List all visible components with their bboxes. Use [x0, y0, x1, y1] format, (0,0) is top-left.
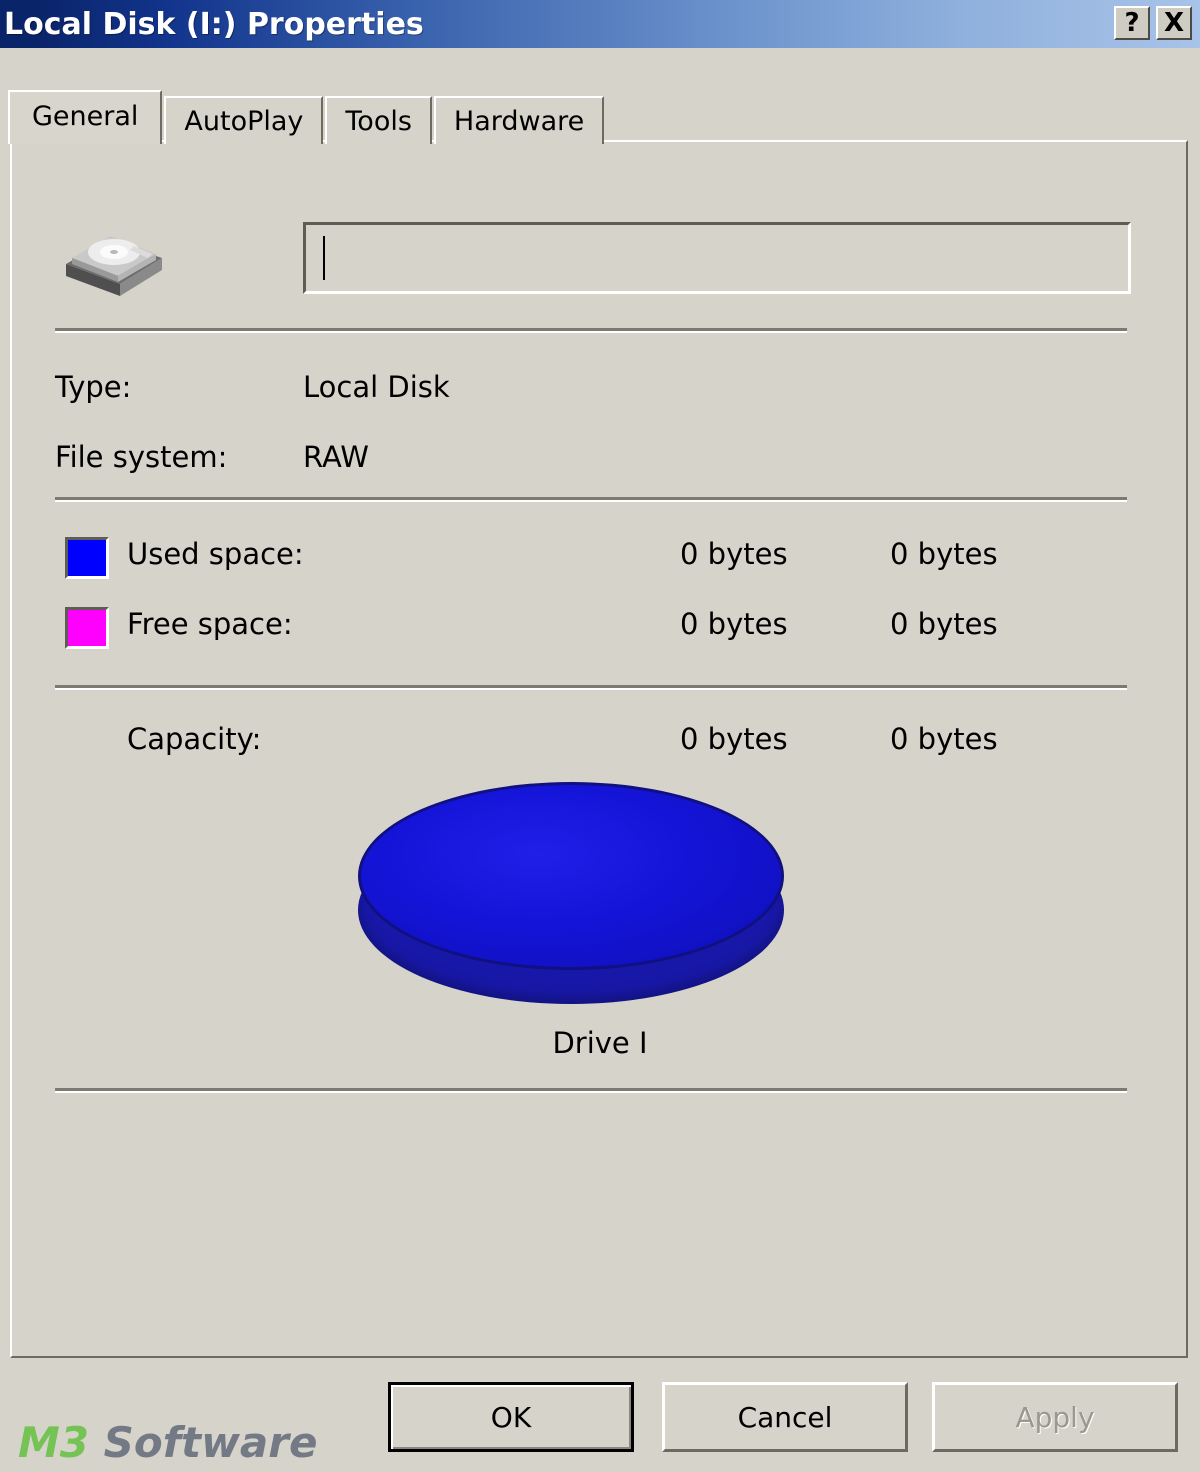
window-title: Local Disk (I:) Properties	[4, 6, 424, 42]
row-capacity: Capacity: 0 bytes 0 bytes	[55, 722, 1127, 772]
watermark-brand: M3	[18, 1418, 90, 1467]
close-button[interactable]: X	[1156, 6, 1192, 40]
watermark: M3 Software	[18, 1418, 317, 1467]
separator-space-bottom	[55, 685, 1127, 690]
tab-tools[interactable]: Tools	[325, 96, 432, 144]
tab-strip: General AutoPlay Tools Hardware	[8, 90, 606, 144]
volume-label-input[interactable]	[303, 222, 1131, 294]
tab-autoplay[interactable]: AutoPlay	[164, 96, 324, 144]
type-label: Type:	[55, 370, 132, 404]
free-space-formatted: 0 bytes	[890, 607, 998, 641]
hard-disk-icon	[58, 218, 170, 298]
text-caret	[323, 236, 325, 280]
watermark-suffix: Software	[89, 1418, 318, 1467]
row-free-space: Free space: 0 bytes 0 bytes	[55, 603, 1127, 655]
row-type: Type: Local Disk	[55, 370, 1127, 416]
type-value: Local Disk	[303, 370, 450, 404]
disk-usage-pie-chart	[358, 782, 784, 1004]
row-used-space: Used space: 0 bytes 0 bytes	[55, 533, 1127, 585]
row-file-system: File system: RAW	[55, 440, 1127, 486]
free-space-swatch	[65, 607, 109, 649]
window-titlebar[interactable]: Local Disk (I:) Properties ? X	[0, 0, 1200, 48]
capacity-formatted: 0 bytes	[890, 722, 998, 756]
used-space-formatted: 0 bytes	[890, 537, 998, 571]
separator-top	[55, 328, 1127, 333]
capacity-bytes: 0 bytes	[680, 722, 788, 756]
ok-button[interactable]: OK	[388, 1382, 634, 1452]
file-system-label: File system:	[55, 440, 228, 474]
cancel-button[interactable]: Cancel	[662, 1382, 908, 1452]
used-space-bytes: 0 bytes	[680, 537, 788, 571]
used-space-swatch	[65, 537, 109, 579]
tab-general[interactable]: General	[8, 90, 163, 144]
separator-bottom	[55, 1088, 1127, 1093]
pie-chart-top	[358, 782, 784, 970]
free-space-bytes: 0 bytes	[680, 607, 788, 641]
file-system-value: RAW	[303, 440, 369, 474]
apply-button: Apply	[932, 1382, 1178, 1452]
titlebar-buttons: ? X	[1114, 6, 1192, 40]
help-button[interactable]: ?	[1114, 6, 1150, 40]
capacity-label: Capacity:	[127, 722, 262, 756]
separator-space-top	[55, 497, 1127, 502]
free-space-label: Free space:	[127, 607, 293, 641]
pie-chart-caption: Drive I	[552, 1026, 648, 1060]
used-space-label: Used space:	[127, 537, 304, 571]
tab-hardware[interactable]: Hardware	[433, 96, 605, 144]
